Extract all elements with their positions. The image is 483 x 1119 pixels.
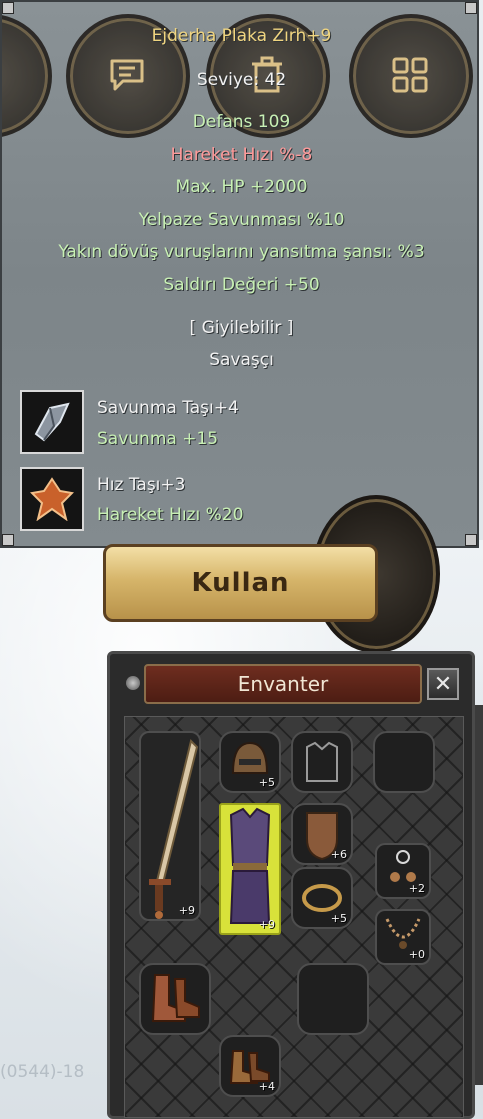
shoes-level: +4 [258, 1080, 275, 1093]
costume-shoes-slot[interactable] [139, 963, 211, 1035]
armor-icon [229, 807, 271, 924]
costume-slot[interactable] [291, 731, 353, 793]
speed-stone-icon [30, 477, 74, 521]
boots-icon [151, 974, 200, 1022]
armor-level: +9 [258, 918, 275, 931]
necklace-level: +0 [408, 948, 425, 961]
close-button[interactable]: ✕ [427, 668, 459, 700]
stat-move-speed: Hareket Hızı %-8 [170, 145, 313, 165]
stone-2-effect: Hareket Hızı %20 [97, 505, 244, 525]
shield-slot[interactable]: +6 [291, 803, 353, 865]
stat-defense: Defans 109 [192, 112, 291, 132]
helmet-slot[interactable]: +5 [219, 731, 281, 793]
shield-level: +6 [330, 848, 347, 861]
earring-level: +2 [408, 882, 425, 895]
corner-ornament [2, 2, 14, 14]
item-name: Ejderha Plaka Zırh+9 [151, 26, 332, 46]
wearable-label: [ Giyilebilir ] [189, 318, 294, 338]
weapon-level: +9 [178, 904, 195, 917]
empty-slot[interactable] [297, 963, 369, 1035]
stat-max-hp: Max. HP +2000 [175, 177, 308, 197]
corner-ornament [465, 2, 477, 14]
speed-stone-slot [20, 467, 84, 531]
empty-slot[interactable] [373, 731, 435, 793]
class-label: Savaşçı [209, 350, 274, 370]
weapon-slot[interactable]: +9 [139, 731, 201, 921]
use-button[interactable]: Kullan [103, 544, 378, 622]
defense-stone-icon [34, 402, 70, 442]
inventory-window: Envanter ✕ +9 +5 +9 +6 +2 +5 +0 +4 [107, 651, 475, 1119]
stat-attack-value: Saldırı Değeri +50 [163, 275, 320, 295]
stat-fan-defense: Yelpaze Savunması %10 [138, 210, 345, 230]
inventory-title: Envanter [144, 664, 422, 704]
earring-slot[interactable]: +2 [375, 843, 431, 899]
stone-1-effect: Savunma +15 [97, 429, 219, 449]
shoes-slot[interactable]: +4 [219, 1035, 281, 1097]
item-level: Seviye: 42 [196, 70, 287, 90]
armor-outline-icon [306, 741, 338, 782]
corner-ornament [2, 534, 14, 546]
equipment-grid: +9 +5 +9 +6 +2 +5 +0 +4 [124, 716, 464, 1118]
background-text: (0544)-18 [0, 1062, 85, 1082]
bracelet-slot[interactable]: +5 [291, 867, 353, 929]
helmet-level: +5 [258, 776, 275, 789]
stone-1-name: Savunma Taşı+4 [97, 398, 239, 418]
stone-2-name: Hız Taşı+3 [97, 475, 186, 495]
corner-ornament [465, 534, 477, 546]
stat-reflect: Yakın dövüş vuruşlarını yansıtma şansı: … [58, 242, 425, 262]
window-knob-icon [126, 676, 140, 690]
sword-icon [149, 739, 199, 919]
defense-stone-slot [20, 390, 84, 454]
armor-slot[interactable]: +9 [219, 803, 281, 935]
necklace-slot[interactable]: +0 [375, 909, 431, 965]
bracelet-level: +5 [330, 912, 347, 925]
item-tooltip: Ejderha Plaka Zırh+9 Seviye: 42 Defans 1… [0, 0, 479, 548]
